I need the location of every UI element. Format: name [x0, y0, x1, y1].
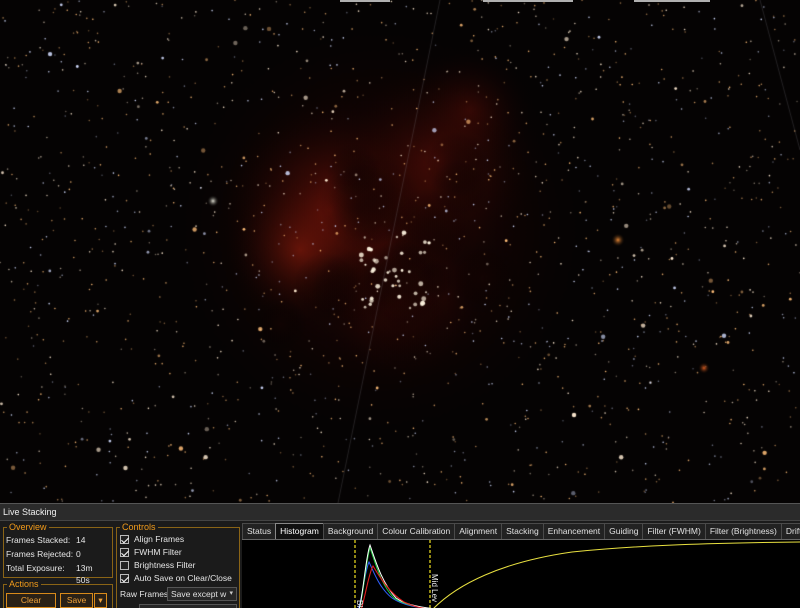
toolbar-edge	[634, 0, 710, 2]
chevron-down-icon: ▾	[98, 595, 103, 605]
overview-legend: Overview	[9, 522, 47, 532]
tab-stacking[interactable]: Stacking	[501, 523, 544, 539]
frames-rejected-label: Frames Rejected:	[6, 549, 74, 559]
fwhm-filter-checkbox[interactable]	[120, 548, 129, 557]
live-stacking-panel: Live Stacking Overview Frames Stacked: 1…	[0, 503, 800, 608]
align-frames-checkbox[interactable]	[120, 535, 129, 544]
align-frames-option[interactable]: Align Frames	[120, 533, 184, 546]
tab-colour-calibration[interactable]: Colour Calibration	[377, 523, 456, 539]
toolbar-edge	[483, 0, 573, 2]
frames-rejected-row: Frames Rejected: 0	[6, 548, 81, 560]
stacked-image-preview[interactable]	[0, 0, 800, 503]
brightness-filter-option[interactable]: Brightness Filter	[120, 559, 195, 572]
fwhm-filter-option[interactable]: FWHM Filter	[120, 546, 182, 559]
raw-frames-value: Save except w	[171, 589, 227, 599]
frames-rejected-value: 0	[76, 549, 81, 559]
stretch-curve	[433, 541, 800, 608]
fwhm-filter-label: FWHM Filter	[134, 547, 182, 557]
auto-save-option[interactable]: Auto Save on Clear/Close	[120, 572, 232, 585]
black-point-label: Bl	[355, 600, 364, 608]
brightness-filter-checkbox[interactable]	[120, 561, 129, 570]
actions-legend: Actions	[9, 579, 39, 589]
tab-status[interactable]: Status	[242, 523, 277, 539]
tab-guiding[interactable]: Guiding	[604, 523, 644, 539]
total-exposure-label: Total Exposure:	[6, 563, 65, 573]
toolbar-edge	[340, 0, 390, 2]
chevron-down-icon: ▾	[229, 590, 233, 597]
auto-save-checkbox[interactable]	[120, 574, 129, 583]
tab-alignment[interactable]: Alignment	[454, 523, 503, 539]
raw-frames-select[interactable]: Save except w ▾	[167, 587, 237, 601]
save-button[interactable]: Save	[60, 593, 93, 608]
tab-bar: Status Histogram Background Colour Calib…	[242, 523, 800, 539]
tab-histogram[interactable]: Histogram	[275, 523, 324, 539]
histogram-plot	[354, 540, 800, 608]
tab-background[interactable]: Background	[322, 523, 379, 539]
mid-level-label: Mid Lev	[430, 574, 439, 603]
raw-frames-label: Raw Frames	[120, 589, 169, 599]
save-dropdown-button[interactable]: ▾	[94, 593, 107, 608]
tab-drift-graph[interactable]: Drift Graph	[780, 523, 800, 539]
histogram-view[interactable]: Bl Mid Lev	[242, 539, 800, 608]
clear-button[interactable]: Clear	[6, 593, 56, 608]
frames-stacked-value: 14	[76, 535, 86, 545]
controls-legend: Controls	[122, 522, 156, 532]
brightness-filter-label: Brightness Filter	[134, 560, 196, 570]
tab-enhancement[interactable]: Enhancement	[542, 523, 606, 539]
frames-stacked-row: Frames Stacked: 14	[6, 534, 85, 546]
frames-stacked-label: Frames Stacked:	[6, 535, 71, 545]
tab-filter-brightness[interactable]: Filter (Brightness)	[704, 523, 782, 539]
align-frames-label: Align Frames	[134, 534, 185, 544]
total-exposure-row: Total Exposure: 13m 50s	[6, 562, 93, 585]
tab-filter-fwhm[interactable]: Filter (FWHM)	[642, 523, 706, 539]
auto-save-label: Auto Save on Clear/Close	[134, 573, 232, 583]
secondary-select[interactable]	[139, 604, 237, 608]
panel-title: Live Stacking	[0, 504, 800, 521]
